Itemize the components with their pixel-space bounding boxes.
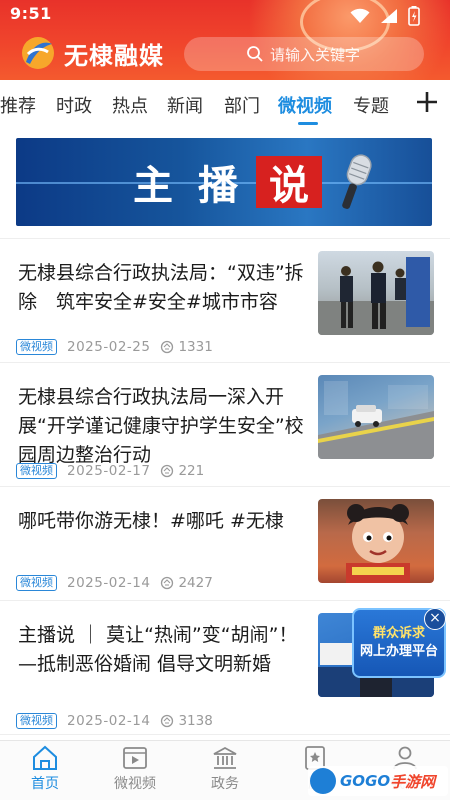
app-name: 无棣融媒 [64, 41, 164, 70]
banner-word-2: 播 [198, 163, 238, 209]
news-meta: 微视频 2025-02-17 221 [16, 463, 204, 479]
search-placeholder: 请输入关键字 [270, 45, 361, 64]
news-meta: 微视频 2025-02-14 2427 [16, 575, 213, 591]
news-date: 2025-02-14 [67, 575, 151, 591]
news-date: 2025-02-25 [67, 339, 151, 355]
battery-icon [408, 6, 420, 26]
add-channel-icon[interactable] [414, 89, 440, 115]
nav-government[interactable]: 政务 [180, 745, 270, 793]
nav-micro-video-label: 微视频 [114, 776, 156, 792]
microphone-icon [342, 154, 372, 209]
government-building-icon [213, 746, 237, 769]
nav-micro-video[interactable]: 微视频 [90, 745, 180, 793]
list-item[interactable]: 哪吒带你游无棣！#哪吒 #无棣 微视频 2025-02-14 2427 [0, 486, 450, 600]
views-icon [161, 576, 174, 590]
news-date: 2025-02-14 [67, 713, 151, 729]
views-icon [161, 340, 174, 354]
thumbnail-officers-image [318, 257, 434, 335]
site-watermark: GOGO 手游网 [308, 766, 448, 796]
news-title: 无棣县综合行政执法局：“双违”拆除 筑牢安全#安全#城市市容 [18, 262, 304, 313]
search-icon [247, 46, 263, 62]
tab-micro-video[interactable]: 微视频 [278, 92, 332, 118]
view-count: 3138 [160, 713, 213, 729]
list-item[interactable]: 无棣县综合行政执法局一深入开展“开学谨记健康守护学生安全”校园周边整治行动 微视… [0, 362, 450, 486]
app-logo: 无棣融媒 [18, 34, 164, 72]
watermark-text-b: 手游网 [390, 772, 436, 791]
category-tabs: 推荐 时政 热点 新闻 部门 微视频 专题 [0, 80, 450, 126]
view-count: 2427 [160, 575, 213, 591]
anchor-says-banner[interactable]: 主 播 说 [16, 138, 432, 226]
nav-government-label: 政务 [211, 776, 239, 792]
view-count-value: 221 [178, 463, 205, 479]
news-meta: 微视频 2025-02-14 3138 [16, 713, 213, 729]
nav-home-label: 首页 [31, 776, 59, 792]
tab-news[interactable]: 新闻 [167, 92, 203, 118]
tab-departments[interactable]: 部门 [224, 92, 260, 118]
banner-word-3: 说 [256, 156, 322, 209]
view-count: 1331 [160, 339, 213, 355]
search-input[interactable]: 请输入关键字 [184, 37, 424, 71]
banner-word-1: 主 [133, 163, 173, 209]
video-icon [123, 747, 147, 769]
tab-recommend[interactable]: 推荐 [0, 92, 36, 118]
tab-hot[interactable]: 热点 [112, 92, 148, 118]
nav-home[interactable]: 首页 [0, 745, 90, 793]
thumbnail-street-image [318, 381, 434, 459]
status-time: 9:51 [10, 4, 52, 23]
app-header: 9:51 无棣融媒 请输入关键字 [0, 0, 450, 80]
view-count: 221 [160, 463, 204, 479]
news-date: 2025-02-17 [67, 463, 151, 479]
video-badge: 微视频 [16, 575, 57, 591]
active-tab-indicator [298, 122, 318, 125]
watermark-text-a: GOGO [340, 772, 391, 790]
list-item[interactable]: 无棣县综合行政执法局：“双违”拆除 筑牢安全#安全#城市市容 微视频 2025-… [0, 238, 450, 362]
watermark-logo-icon [310, 768, 336, 794]
signal-icon [381, 9, 397, 23]
views-icon [161, 714, 174, 728]
video-badge: 微视频 [16, 463, 57, 479]
view-count-value: 2427 [178, 575, 213, 591]
views-icon [161, 464, 174, 478]
news-thumbnail [318, 251, 434, 335]
wifi-icon [350, 8, 370, 23]
news-thumbnail [318, 375, 434, 459]
logo-mark-icon [22, 37, 54, 69]
news-thumbnail [318, 499, 434, 583]
news-title: 哪吒带你游无棣！#哪吒 #无棣 [18, 510, 284, 532]
status-bar: 9:51 [0, 0, 450, 30]
video-badge: 微视频 [16, 713, 57, 729]
close-icon[interactable]: × [424, 608, 446, 630]
float-ad-line2: 网上办理平台 [359, 644, 438, 659]
view-count-value: 3138 [178, 713, 213, 729]
view-count-value: 1331 [178, 339, 213, 355]
video-badge: 微视频 [16, 339, 57, 355]
news-meta: 微视频 2025-02-25 1331 [16, 339, 213, 355]
status-icons [350, 6, 420, 26]
home-icon [33, 745, 57, 770]
float-ad-line1: 群众诉求 [372, 626, 425, 641]
thumbnail-nezha-image [346, 504, 410, 583]
news-title: 无棣县综合行政执法局一深入开展“开学谨记健康守护学生安全”校园周边整治行动 [18, 386, 304, 466]
tab-politics[interactable]: 时政 [56, 92, 92, 118]
tab-topics[interactable]: 专题 [353, 92, 389, 118]
news-title: 主播说 ｜ 莫让“热闹”变“胡闹”！ —抵制恶俗婚闹 倡导文明新婚 [18, 624, 298, 675]
